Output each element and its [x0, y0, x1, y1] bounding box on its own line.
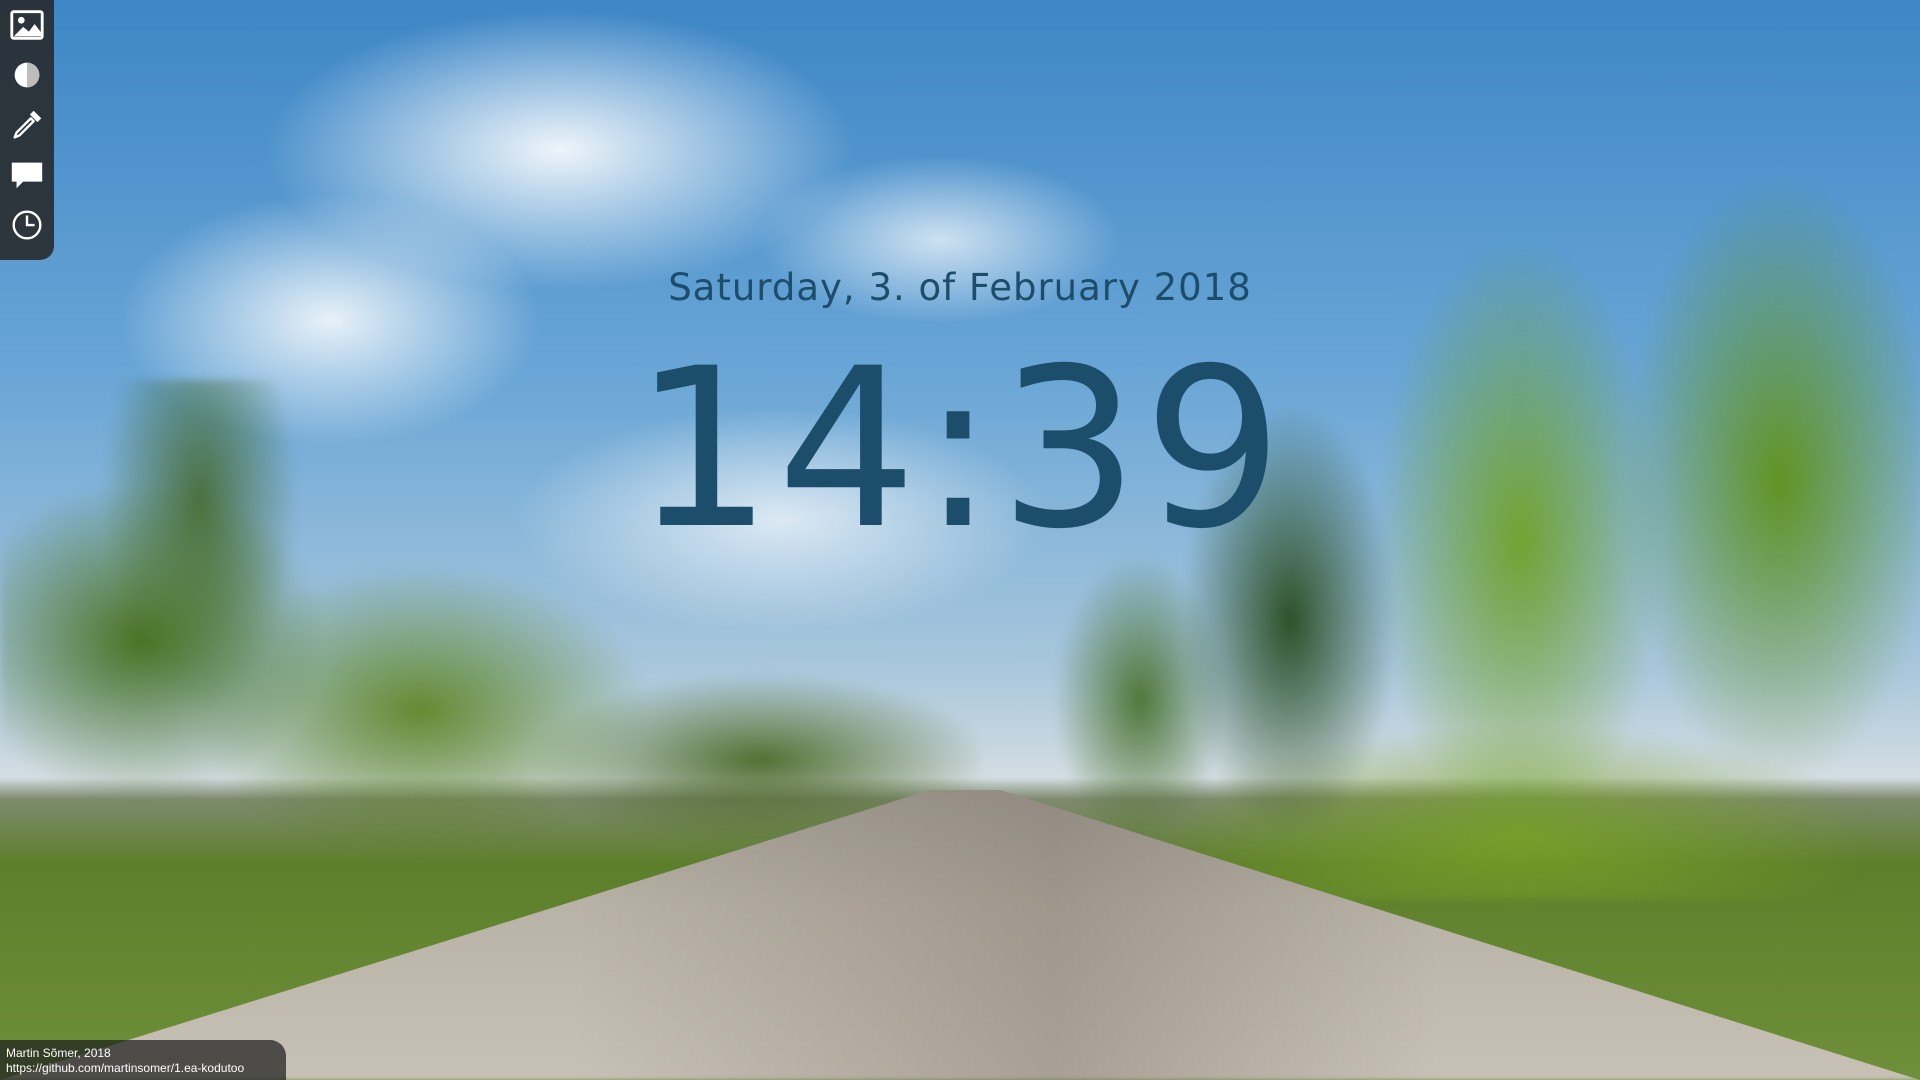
time-text: 14:39 — [632, 321, 1287, 577]
credits-author: Martin Sõmer, 2018 — [6, 1046, 111, 1060]
change-background-button[interactable] — [6, 4, 48, 46]
messages-button[interactable] — [6, 154, 48, 196]
color-picker-button[interactable] — [6, 104, 48, 146]
toolbar — [0, 0, 54, 260]
clock-icon — [12, 210, 42, 240]
clock-settings-button[interactable] — [6, 204, 48, 246]
contrast-icon — [14, 62, 40, 88]
speech-bubble-icon — [11, 162, 43, 189]
image-icon — [10, 10, 44, 40]
eyedropper-icon — [13, 110, 42, 139]
credits-panel: Martin Sõmer, 2018 https://github.com/ma… — [0, 1040, 286, 1080]
toggle-theme-button[interactable] — [6, 54, 48, 96]
credits-link[interactable]: https://github.com/martinsomer/1.ea-kodu… — [6, 1061, 244, 1075]
date-text: Saturday, 3. of February 2018 — [668, 266, 1252, 309]
clock-widget: Saturday, 3. of February 2018 14:39 — [0, 266, 1920, 559]
